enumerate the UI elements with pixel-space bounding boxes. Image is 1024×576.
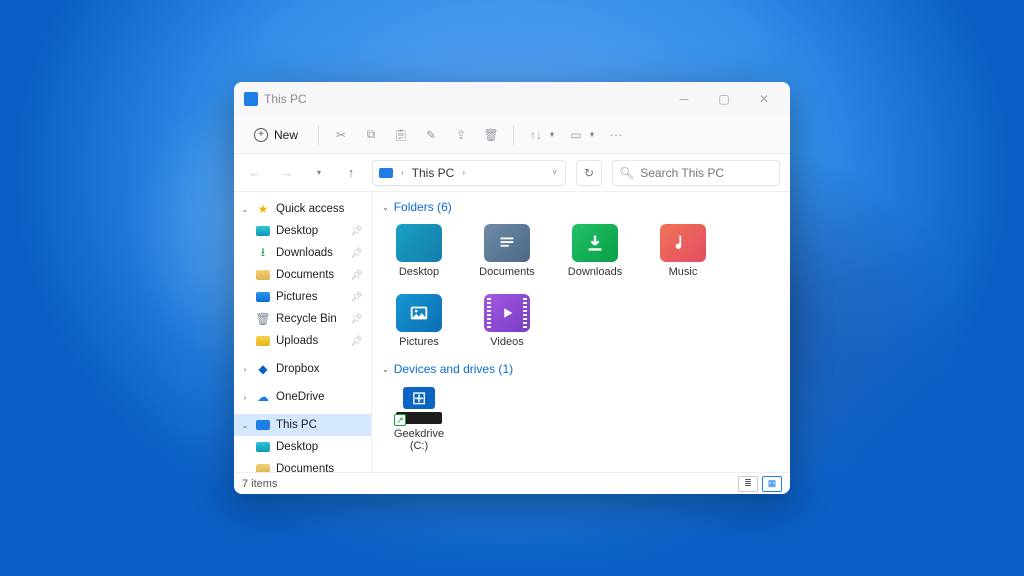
thispc-crumb-icon [379,168,393,178]
file-explorer-window: This PC ─ ▢ ✕ + New ✂ ⧉ 📋︎ ✎ ⇪ 🗑︎ ↑↓▾ ▭▾… [234,82,790,494]
search-box[interactable]: 🔍︎ [612,160,780,186]
item-count: 7 items [242,478,277,490]
videos-icon [484,294,530,332]
section-drives[interactable]: ⌄ Devices and drives (1) [382,362,780,376]
dropbox-icon: ◆ [256,362,270,376]
chevron-right-icon: › [240,365,250,374]
minimize-button[interactable]: ─ [664,82,704,116]
thispc-icon [244,92,258,106]
body: ⌄ ★ Quick access Desktop📌︎ ⭳Downloads📌︎ … [234,192,790,472]
status-bar: 7 items ≣ ▦ [234,472,790,494]
folder-desktop[interactable]: Desktop [382,218,456,284]
sort-icon[interactable]: ↑↓ [528,127,544,143]
view-details-button[interactable]: ≣ [738,476,758,492]
chevron-icon: › [401,168,404,177]
delete-icon[interactable]: 🗑︎ [483,127,499,143]
sidebar-dropbox[interactable]: › ◆ Dropbox [234,358,371,380]
close-button[interactable]: ✕ [744,82,784,116]
rename-icon[interactable]: ✎ [423,127,439,143]
paste-icon[interactable]: 📋︎ [393,127,409,143]
cut-icon[interactable]: ✂ [333,127,349,143]
pin-icon: 📌︎ [350,270,363,281]
copy-icon[interactable]: ⧉ [363,127,379,143]
desktop-icon [396,224,442,262]
address-bar: ← → ▾ ↑ › This PC › ˅ ↻ 🔍︎ [234,154,790,192]
cloud-icon: ☁ [256,390,270,404]
recent-button[interactable]: ▾ [308,162,330,184]
pin-icon: 📌︎ [350,226,363,237]
sidebar-item-downloads[interactable]: ⭳Downloads📌︎ [234,242,371,264]
maximize-button[interactable]: ▢ [704,82,744,116]
chevron-right-icon: › [240,393,250,402]
chevron-down-icon: ⌄ [240,205,250,214]
folder-documents[interactable]: Documents [470,218,544,284]
folder-pictures[interactable]: Pictures [382,288,456,354]
sidebar-item-desktop[interactable]: Desktop📌︎ [234,220,371,242]
music-icon [660,224,706,262]
window-title: This PC [264,92,307,106]
titlebar: This PC ─ ▢ ✕ [234,82,790,116]
up-button[interactable]: ↑ [340,162,362,184]
drive-icon: ⊞ ↗ [396,386,442,424]
sidebar-item-recyclebin[interactable]: 🗑︎Recycle Bin📌︎ [234,308,371,330]
back-button[interactable]: ← [244,162,266,184]
pin-icon: 📌︎ [350,314,363,325]
view-tiles-button[interactable]: ▦ [762,476,782,492]
downloads-icon [572,224,618,262]
sidebar-thispc[interactable]: ⌄ This PC [234,414,371,436]
new-button[interactable]: + New [248,124,304,146]
folder-videos[interactable]: Videos [470,288,544,354]
toolbar: + New ✂ ⧉ 📋︎ ✎ ⇪ 🗑︎ ↑↓▾ ▭▾ ⋯ [234,116,790,154]
sidebar-label: Quick access [276,203,344,215]
drives-grid: ⊞ ↗ Geekdrive (C:) [382,380,780,458]
documents-icon [484,224,530,262]
chevron-down-icon: ⌄ [382,203,389,212]
sidebar-quick-access[interactable]: ⌄ ★ Quick access [234,198,371,220]
more-icon[interactable]: ⋯ [608,127,624,143]
pin-icon: 📌︎ [350,336,363,347]
pin-icon: 📌︎ [350,292,363,303]
pin-icon: 📌︎ [350,248,363,259]
chevron-down-icon: ⌄ [240,421,250,430]
sidebar-item-pictures[interactable]: Pictures📌︎ [234,286,371,308]
new-label: New [274,128,298,142]
search-icon: 🔍︎ [619,166,634,180]
sidebar: ⌄ ★ Quick access Desktop📌︎ ⭳Downloads📌︎ … [234,192,372,472]
breadcrumb-current: This PC [412,166,455,180]
drive-c[interactable]: ⊞ ↗ Geekdrive (C:) [382,380,456,458]
refresh-button[interactable]: ↻ [576,160,602,186]
breadcrumb-box[interactable]: › This PC › ˅ [372,160,566,186]
sidebar-item-pc-documents[interactable]: Documents [234,458,371,472]
shortcut-icon: ↗ [394,414,406,426]
chevron-down-icon[interactable]: ˅ [552,168,557,177]
folder-downloads[interactable]: Downloads [558,218,632,284]
content-pane: ⌄ Folders (6) Desktop Documents Download… [372,192,790,472]
chevron-down-icon: ⌄ [382,365,389,374]
sidebar-item-uploads[interactable]: Uploads📌︎ [234,330,371,352]
folder-music[interactable]: Music [646,218,720,284]
forward-button[interactable]: → [276,162,298,184]
sidebar-onedrive[interactable]: › ☁ OneDrive [234,386,371,408]
search-input[interactable] [640,166,773,180]
folders-grid: Desktop Documents Downloads Music Pictur… [382,218,780,354]
plus-icon: + [254,128,268,142]
pictures-icon [396,294,442,332]
chevron-icon: › [462,168,465,177]
sidebar-item-pc-desktop[interactable]: Desktop [234,436,371,458]
section-folders[interactable]: ⌄ Folders (6) [382,200,780,214]
sidebar-item-documents[interactable]: Documents📌︎ [234,264,371,286]
pc-icon [256,420,270,430]
view-icon[interactable]: ▭ [568,127,584,143]
star-icon: ★ [256,202,270,216]
share-icon[interactable]: ⇪ [453,127,469,143]
